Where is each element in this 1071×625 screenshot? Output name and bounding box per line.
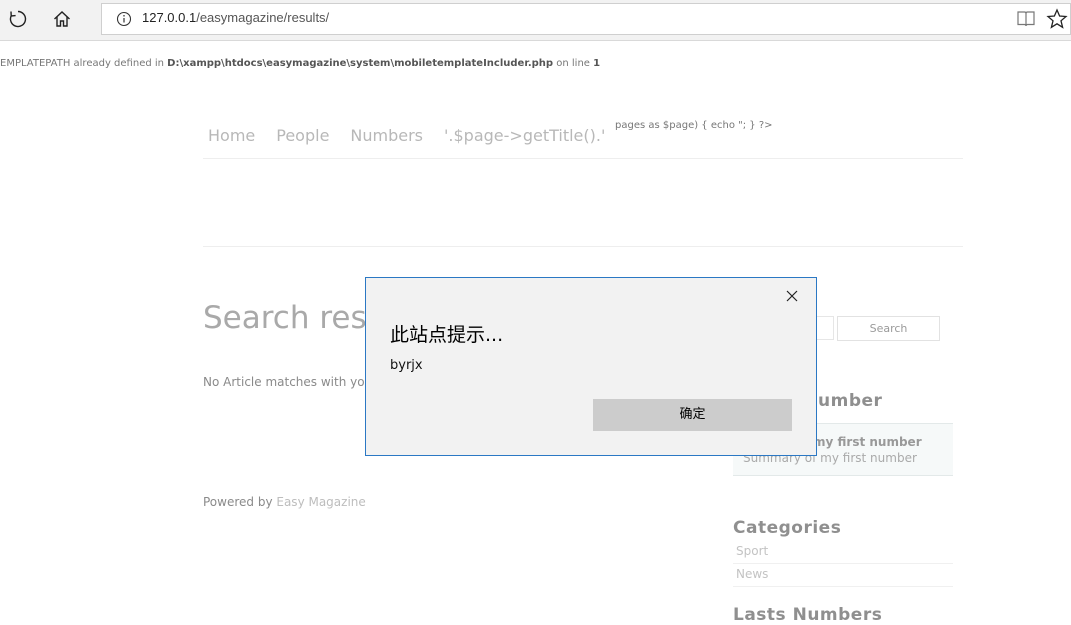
divider <box>203 158 963 159</box>
search-button[interactable]: Search <box>837 316 940 341</box>
favorite-star-icon[interactable] <box>1046 8 1068 34</box>
ok-button[interactable]: 确定 <box>593 399 792 431</box>
warning-line: 1 <box>593 58 601 69</box>
url-path: /easymagazine/results/ <box>196 10 330 25</box>
powered-by: Powered by Easy Magazine <box>203 495 366 509</box>
php-warning: EMPLATEPATH already defined in D:\xampp\… <box>0 58 600 69</box>
nav-raw-code: pages as $page) { echo "; } ?> <box>615 120 773 131</box>
home-icon <box>54 11 70 27</box>
category-sport[interactable]: Sport <box>736 544 768 558</box>
home-button[interactable] <box>47 5 77 33</box>
warning-mid: on line <box>553 58 594 69</box>
category-item[interactable]: Sport <box>733 541 953 564</box>
no-article-message: No Article matches with yo <box>203 375 365 389</box>
close-button[interactable] <box>782 286 802 306</box>
reading-view-icon[interactable] <box>1016 10 1036 32</box>
url-host: 127.0.0.1 <box>142 10 197 25</box>
dialog-message: byrjx <box>390 358 423 373</box>
address-bar[interactable]: 127.0.0.1/easymagazine/results/ <box>101 3 1071 35</box>
browser-toolbar: 127.0.0.1/easymagazine/results/ <box>0 0 1071 41</box>
nav-home[interactable]: Home <box>208 126 255 145</box>
nav-people[interactable]: People <box>276 126 329 145</box>
page-title: Search resu <box>203 300 387 336</box>
warning-path: D:\xampp\htdocs\easymagazine\system\mobi… <box>167 58 554 69</box>
nav-page-title[interactable]: '.$page->getTitle().' <box>444 126 605 145</box>
url-text[interactable]: 127.0.0.1/easymagazine/results/ <box>142 10 329 25</box>
divider <box>203 246 963 247</box>
dialog-title: 此站点提示... <box>390 324 504 346</box>
nav-numbers[interactable]: Numbers <box>350 126 423 145</box>
category-news[interactable]: News <box>736 567 768 581</box>
close-icon <box>786 290 798 302</box>
featured-title[interactable]: my first number <box>813 435 922 449</box>
powered-link[interactable]: Easy Magazine <box>276 495 365 509</box>
main-nav: Home People Numbers '.$page->getTitle().… <box>208 126 626 145</box>
refresh-icon <box>9 10 27 28</box>
info-icon[interactable] <box>116 11 132 31</box>
alert-dialog: 此站点提示... byrjx 确定 <box>365 277 817 456</box>
warning-prefix: EMPLATEPATH already defined in <box>0 58 168 69</box>
categories-heading: Categories <box>733 518 842 538</box>
lasts-numbers-heading: Lasts Numbers <box>733 605 883 625</box>
powered-prefix: Powered by <box>203 495 277 509</box>
category-item[interactable]: News <box>733 564 953 587</box>
refresh-button[interactable] <box>3 5 33 33</box>
number-heading: umber <box>818 391 883 411</box>
